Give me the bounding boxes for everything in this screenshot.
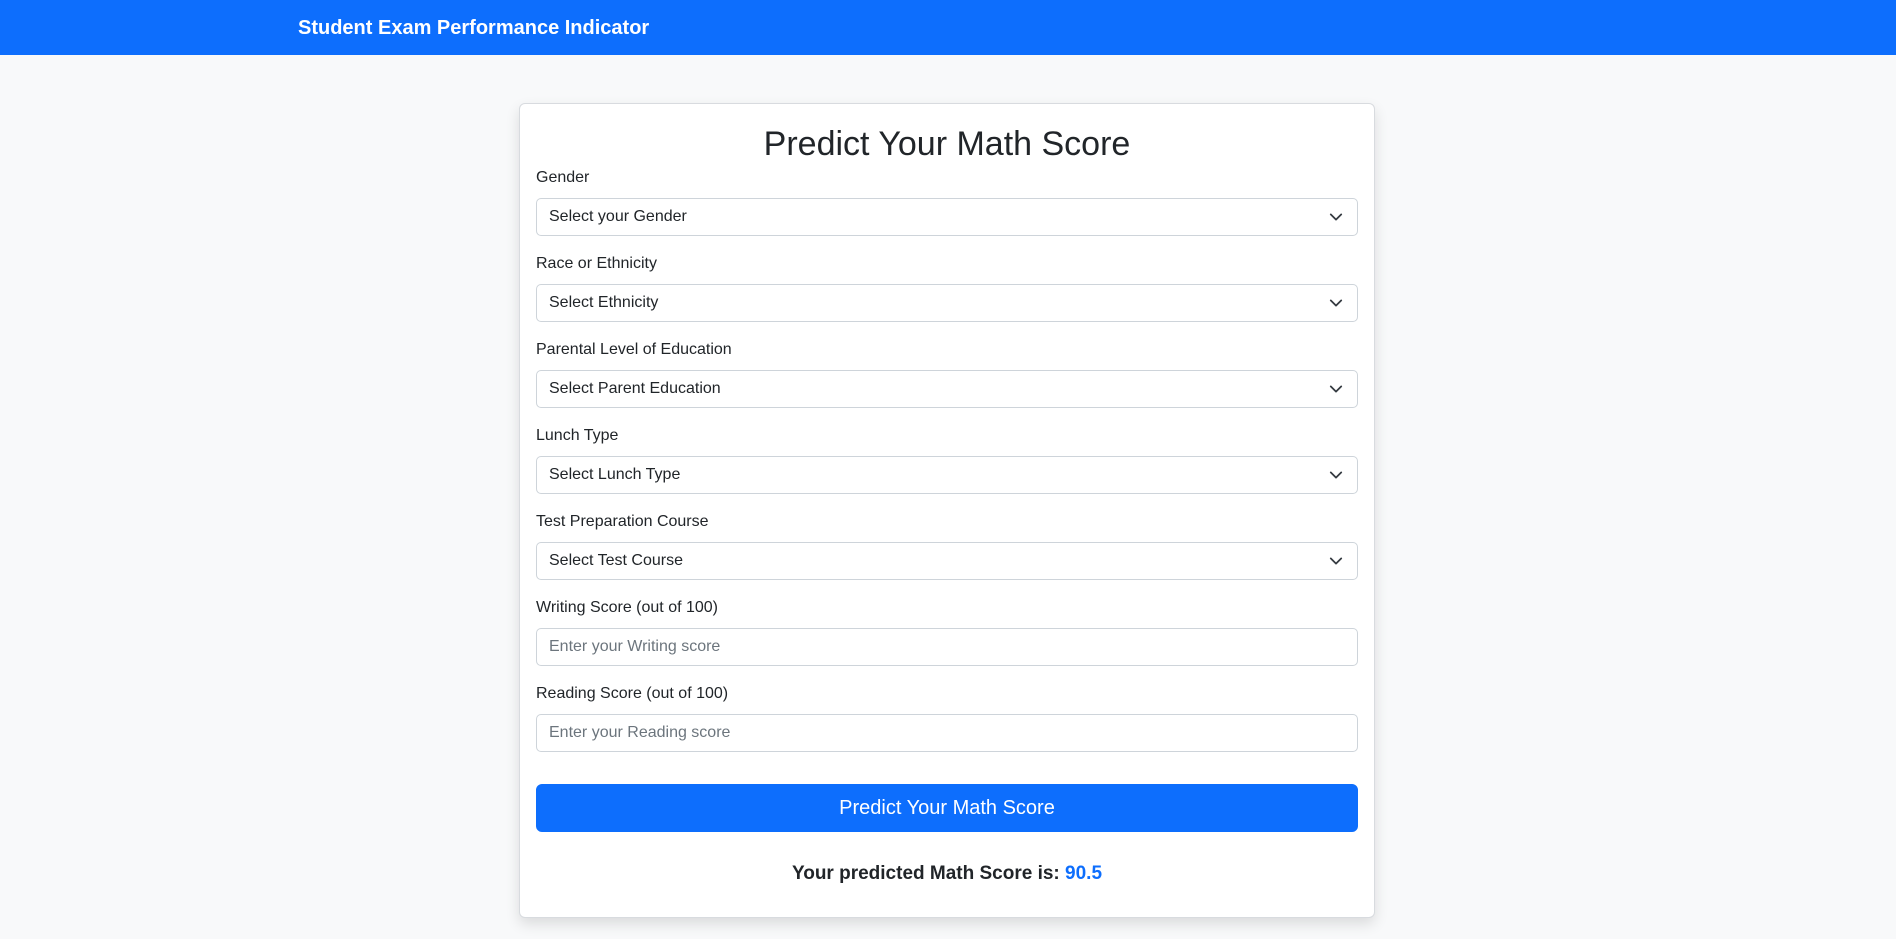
lunch-type-select[interactable]: Select Lunch Type	[536, 456, 1358, 494]
navbar-brand[interactable]: Student Exam Performance Indicator	[298, 16, 649, 40]
ethnicity-field: Race or Ethnicity Select Ethnicity	[536, 254, 1358, 322]
navbar: Student Exam Performance Indicator	[0, 0, 1896, 55]
parental-education-select[interactable]: Select Parent Education	[536, 370, 1358, 408]
test-course-select[interactable]: Select Test Course	[536, 542, 1358, 580]
gender-select[interactable]: Select your Gender	[536, 198, 1358, 236]
gender-label: Gender	[536, 169, 590, 186]
result-prefix: Your predicted Math Score is:	[791, 863, 1060, 884]
result-value: 90.5	[1065, 863, 1103, 884]
prediction-form-card: Predict Your Math Score Gender Select yo…	[519, 103, 1375, 918]
lunch-type-label: Lunch Type	[536, 427, 619, 444]
ethnicity-select-value: Select Ethnicity	[549, 294, 659, 311]
ethnicity-select[interactable]: Select Ethnicity	[536, 284, 1358, 322]
ethnicity-label: Race or Ethnicity	[536, 255, 657, 272]
parental-education-label: Parental Level of Education	[536, 341, 732, 358]
prediction-result: Your predicted Math Score is: 90.5	[520, 862, 1374, 886]
test-course-field: Test Preparation Course Select Test Cour…	[536, 512, 1358, 580]
gender-select-value: Select your Gender	[549, 208, 687, 225]
reading-score-label: Reading Score (out of 100)	[536, 685, 729, 702]
chevron-down-icon	[1329, 299, 1343, 307]
test-course-select-value: Select Test Course	[549, 552, 683, 569]
writing-score-input[interactable]	[536, 628, 1358, 666]
test-course-label: Test Preparation Course	[536, 513, 709, 530]
chevron-down-icon	[1329, 213, 1343, 221]
reading-score-field: Reading Score (out of 100)	[536, 684, 1358, 752]
chevron-down-icon	[1329, 471, 1343, 479]
writing-score-field: Writing Score (out of 100)	[536, 598, 1358, 666]
lunch-type-select-value: Select Lunch Type	[549, 466, 681, 483]
page-title: Predict Your Math Score	[763, 125, 1131, 163]
chevron-down-icon	[1329, 385, 1343, 393]
parental-education-field: Parental Level of Education Select Paren…	[536, 340, 1358, 408]
reading-score-input[interactable]	[536, 714, 1358, 752]
writing-score-label: Writing Score (out of 100)	[536, 599, 719, 616]
parental-education-select-value: Select Parent Education	[549, 380, 721, 397]
gender-field: Gender Select your Gender	[536, 168, 1358, 236]
chevron-down-icon	[1329, 557, 1343, 565]
predict-button[interactable]: Predict Your Math Score	[536, 784, 1358, 832]
lunch-type-field: Lunch Type Select Lunch Type	[536, 426, 1358, 494]
